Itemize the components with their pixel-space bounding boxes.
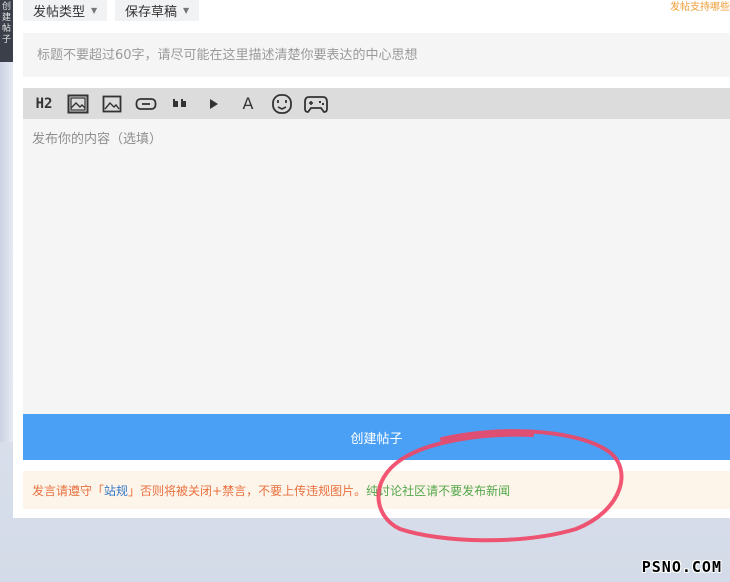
play-icon [210,98,218,109]
text-style-icon: A [242,94,254,113]
title-input[interactable] [23,33,730,77]
editor-toolbar: H2 A [23,88,730,119]
side-tab-char: 帖 [1,24,11,34]
gamepad-icon [304,95,328,113]
quote-icon [173,98,186,107]
link-icon [135,97,157,110]
rules-text-2: 」否则将被关闭+禁言，不要上传违规图片。 [128,483,367,498]
chevron-down-icon: ▼ [183,6,190,15]
heading-button[interactable]: H2 [27,88,61,119]
create-post-button[interactable]: 创建帖子 [23,414,730,460]
save-draft-label: 保存草稿 [125,5,178,20]
post-type-label: 发帖类型 [33,5,86,20]
watermark: PSNO.COM [641,558,722,576]
quote-button[interactable] [163,88,197,119]
site-rules-link[interactable]: 站规 [104,482,128,499]
chevron-down-icon: ▼ [91,6,98,15]
side-tab-char: 创 [1,2,11,12]
background-edge [0,62,13,442]
post-support-link[interactable]: 发帖支持哪些 [670,0,730,13]
rules-text-1: 发言请遵守「 [32,483,105,498]
video-button[interactable] [197,88,231,119]
posting-rules-notice: 发言请遵守「 站规 」否则将被关闭+禁言，不要上传违规图片。 纯讨论社区请不要发… [23,471,730,509]
image-icon [102,95,122,112]
rules-text-3: 纯讨论社区请不要发布新闻 [366,483,511,498]
content-textarea[interactable] [23,119,730,414]
post-type-dropdown[interactable]: 发帖类型 ▼ [23,0,108,21]
emoji-button[interactable] [265,88,299,119]
side-tab-create-post[interactable]: 创 建 帖 子 [0,0,13,62]
image-button[interactable] [95,88,129,119]
side-tab-char: 子 [1,35,11,45]
game-button[interactable] [299,88,333,119]
image-frame-icon [67,94,89,113]
save-draft-dropdown[interactable]: 保存草稿 ▼ [115,0,200,21]
image-insert-button[interactable] [61,88,95,119]
heading-icon: H2 [35,95,53,112]
side-tab-char: 建 [1,13,11,23]
emoji-icon [272,93,292,114]
link-button[interactable] [129,88,163,119]
text-style-button[interactable]: A [231,88,265,119]
